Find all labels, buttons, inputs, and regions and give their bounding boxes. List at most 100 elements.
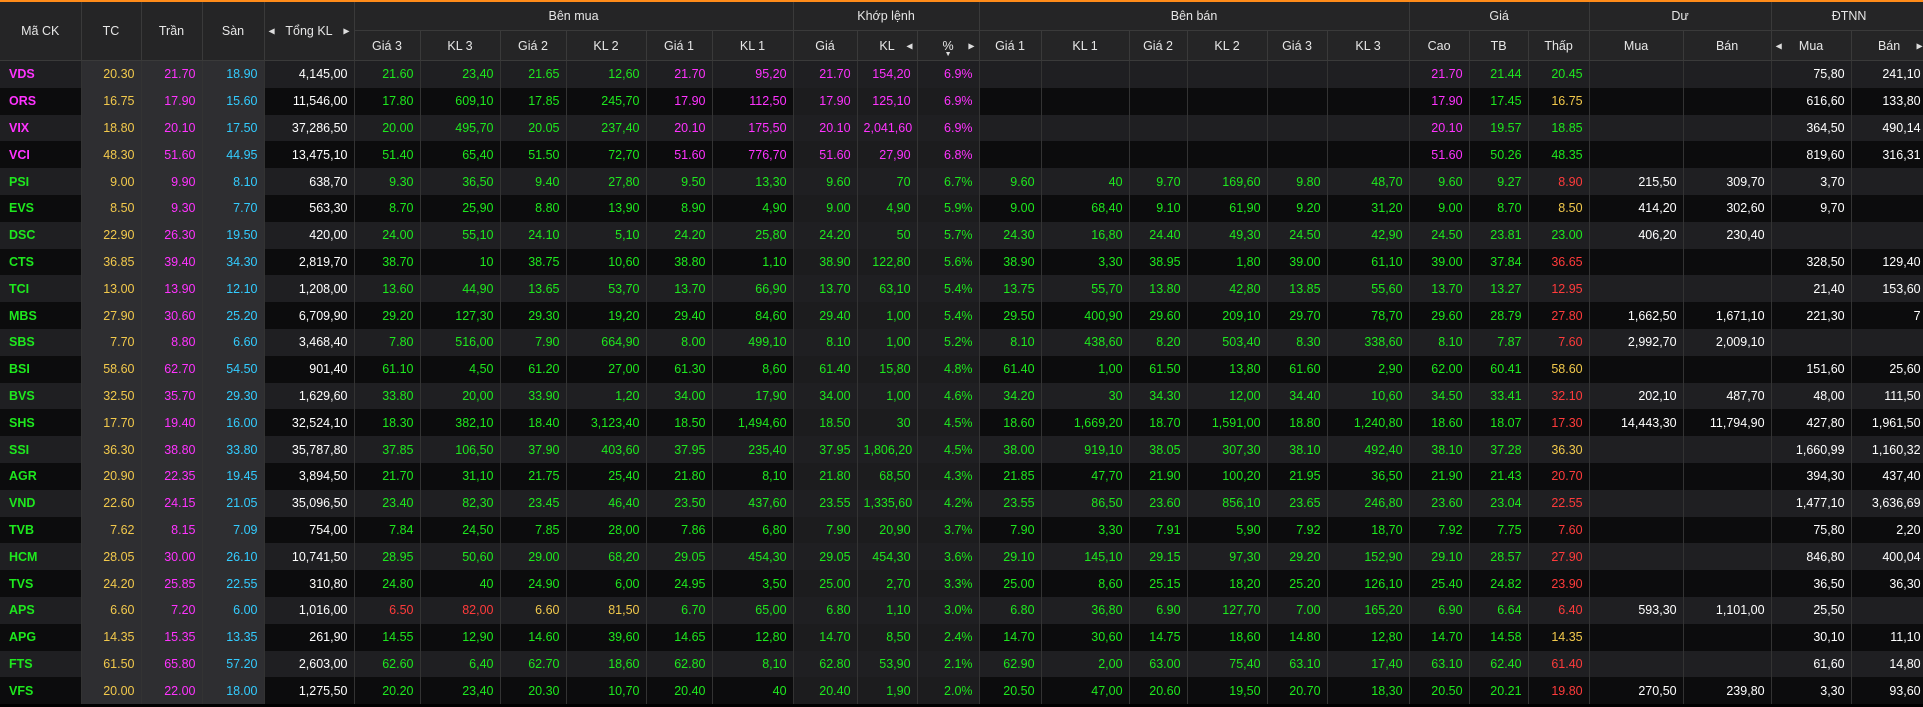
cell-s-kl3: 126,10 — [1327, 570, 1410, 597]
cell-nn-ban: 25,60 — [1851, 355, 1923, 383]
stock-row[interactable]: VFS 20.00 22.00 18.00 1,275,50 20.20 23,40 20.3… — [0, 677, 1923, 705]
col-cao[interactable]: Cao — [1409, 30, 1470, 61]
cell-sym[interactable]: VFS — [0, 677, 82, 705]
col-tb[interactable]: TB — [1469, 30, 1529, 61]
col-nn-ban[interactable]: Bán ▶ — [1851, 30, 1923, 61]
stock-row[interactable]: EVS 8.50 9.30 7.70 563,30 8.70 25,90 8.80 13,90 8… — [0, 194, 1923, 222]
col-tc[interactable]: TC — [81, 2, 142, 61]
stock-row[interactable]: APS 6.60 7.20 6.00 1,016,00 6.50 82,00 6.60 81,5… — [0, 596, 1923, 624]
stock-row[interactable]: APG 14.35 15.35 13.35 261,90 14.55 12,90 14.60 3… — [0, 623, 1923, 651]
cell-tran: 39.40 — [141, 248, 203, 276]
cell-sym[interactable]: MBS — [0, 302, 82, 329]
col-buy-kl3[interactable]: KL 3 — [420, 30, 501, 61]
cell-sym[interactable]: TCI — [0, 275, 82, 303]
cell-sym[interactable]: HCM — [0, 543, 82, 571]
stock-row[interactable]: VND 22.60 24.15 21.05 35,096,50 23.40 82,30 23.… — [0, 489, 1923, 517]
cell-sym[interactable]: SSI — [0, 436, 82, 463]
cell-s-kl3: 152,90 — [1327, 543, 1410, 571]
col-buy-kl1[interactable]: KL 1 — [712, 30, 794, 61]
col-thap[interactable]: Thấp — [1528, 30, 1590, 61]
col-match-pct[interactable]: % ▼ ▶ — [917, 30, 980, 61]
col-ma-ck[interactable]: Mã CK — [0, 2, 82, 61]
cell-sym[interactable]: TVS — [0, 570, 82, 597]
cell-sym[interactable]: TVB — [0, 516, 82, 544]
cell-m-gia: 21.80 — [793, 462, 858, 490]
cell-sym[interactable]: DSC — [0, 221, 82, 249]
cell-sym[interactable]: FTS — [0, 650, 82, 678]
col-buy-gia3[interactable]: Giá 3 — [354, 30, 421, 61]
cell-sym[interactable]: ORS — [0, 87, 82, 115]
col-du-ban[interactable]: Bán — [1683, 30, 1772, 61]
col-sell-gia2[interactable]: Giá 2 — [1129, 30, 1188, 61]
col-buy-kl2[interactable]: KL 2 — [566, 30, 647, 61]
col-tran[interactable]: Trần — [141, 2, 203, 61]
stock-row[interactable]: DSC 22.90 26.30 19.50 420,00 24.00 55,10 24.10 5… — [0, 221, 1923, 249]
stock-row[interactable]: SBS 7.70 8.80 6.60 3,468,40 7.80 516,00 7.90 664… — [0, 328, 1923, 356]
col-san[interactable]: Sàn — [202, 2, 265, 61]
col-match-gia[interactable]: Giá — [793, 30, 858, 61]
col-sell-gia1[interactable]: Giá 1 — [979, 30, 1042, 61]
stock-row[interactable]: ORS 16.75 17.90 15.60 11,546,00 17.80 609,10 17… — [0, 87, 1923, 115]
col-sell-kl2[interactable]: KL 2 — [1187, 30, 1268, 61]
cell-sym[interactable]: EVS — [0, 194, 82, 222]
stock-row[interactable]: PSI 9.00 9.90 8.10 638,70 9.30 36,50 9.40 27,80 9… — [0, 168, 1923, 195]
stock-row[interactable]: TCI 13.00 13.90 12.10 1,208,00 13.60 44,90 13.6… — [0, 275, 1923, 303]
col-sell-kl3[interactable]: KL 3 — [1327, 30, 1410, 61]
stock-row[interactable]: BVS 32.50 35.70 29.30 1,629,60 33.80 20,00 33.9… — [0, 382, 1923, 410]
cell-sym[interactable]: PSI — [0, 168, 82, 195]
triangle-left-icon[interactable]: ◀ — [1776, 41, 1782, 50]
cell-sym[interactable]: APG — [0, 623, 82, 651]
stock-row[interactable]: VIX 18.80 20.10 17.50 37,286,50 20.00 495,70 20… — [0, 114, 1923, 142]
stock-row[interactable]: TVB 7.62 8.15 7.09 754,00 7.84 24,50 7.85 28,00 7… — [0, 516, 1923, 544]
col-match-kl[interactable]: KL ◀ — [857, 30, 918, 61]
cell-m-pct: 5.6% — [917, 248, 980, 276]
stock-row[interactable]: HCM 28.05 30.00 26.10 10,741,50 28.95 50,60 29.… — [0, 543, 1923, 571]
col-buy-gia2[interactable]: Giá 2 — [500, 30, 567, 61]
cell-sym[interactable]: VCI — [0, 141, 82, 169]
cell-s-g2: 34.30 — [1129, 382, 1188, 410]
cell-s-kl1: 8,60 — [1041, 570, 1130, 597]
cell-s-g3: 25.20 — [1267, 570, 1328, 597]
col-tong-kl[interactable]: ◀ Tổng KL ▶ — [264, 2, 355, 61]
cell-b-g3: 20.20 — [354, 677, 421, 705]
col-nn-mua[interactable]: ◀ Mua — [1771, 30, 1852, 61]
cell-b-kl2: 5,10 — [566, 221, 647, 249]
triangle-down-icon[interactable]: ▼ — [945, 51, 952, 58]
cell-sym[interactable]: VND — [0, 489, 82, 517]
col-sell-gia3[interactable]: Giá 3 — [1267, 30, 1328, 61]
cell-sym[interactable]: SHS — [0, 409, 82, 437]
stock-row[interactable]: SHS 17.70 19.40 16.00 32,524,10 18.30 382,10 18… — [0, 409, 1923, 437]
cell-s-kl1: 55,70 — [1041, 275, 1130, 303]
cell-s-kl2: 1,591,00 — [1187, 409, 1268, 437]
cell-b-kl3: 44,90 — [420, 275, 501, 303]
stock-row[interactable]: CTS 36.85 39.40 34.30 2,819,70 38.70 10 38.75 10… — [0, 248, 1923, 276]
stock-row[interactable]: VCI 48.30 51.60 44.95 13,475,10 51.40 65,40 51.… — [0, 141, 1923, 169]
cell-sym[interactable]: VIX — [0, 114, 82, 142]
triangle-left-icon[interactable]: ◀ — [906, 41, 912, 50]
cell-du-ban: 230,40 — [1683, 221, 1772, 249]
triangle-left-icon[interactable]: ◀ — [269, 27, 275, 36]
cell-s-g3: 9.80 — [1267, 168, 1328, 195]
stock-row[interactable]: FTS 61.50 65.80 57.20 2,603,00 62.60 6,40 62.70… — [0, 650, 1923, 678]
cell-sym[interactable]: BVS — [0, 382, 82, 410]
stock-row[interactable]: TVS 24.20 25.85 22.55 310,80 24.80 40 24.90 6,00… — [0, 570, 1923, 597]
cell-sym[interactable]: APS — [0, 596, 82, 624]
cell-sym[interactable]: CTS — [0, 248, 82, 276]
col-du-mua[interactable]: Mua — [1589, 30, 1684, 61]
stock-row[interactable]: SSI 36.30 38.80 33.80 35,787,80 37.85 106,50 37… — [0, 436, 1923, 463]
stock-row[interactable]: VDS 20.30 21.70 18.90 4,145,00 21.60 23,40 21.6… — [0, 60, 1923, 88]
col-sell-kl1[interactable]: KL 1 — [1041, 30, 1130, 61]
col-buy-gia1[interactable]: Giá 1 — [646, 30, 713, 61]
cell-tran: 21.70 — [141, 60, 203, 88]
stock-row[interactable]: BSI 58.60 62.70 54.50 901,40 61.10 4,50 61.20 27… — [0, 355, 1923, 383]
cell-sym[interactable]: VDS — [0, 60, 82, 88]
cell-tc: 7.70 — [81, 328, 142, 356]
triangle-right-icon[interactable]: ▶ — [968, 41, 974, 50]
triangle-right-icon[interactable]: ▶ — [1916, 41, 1922, 50]
stock-row[interactable]: AGR 20.90 22.35 19.45 3,894,50 21.70 31,10 21.7… — [0, 462, 1923, 490]
stock-row[interactable]: MBS 27.90 30.60 25.20 6,709,90 29.20 127,30 29.… — [0, 302, 1923, 329]
cell-sym[interactable]: SBS — [0, 328, 82, 356]
cell-sym[interactable]: AGR — [0, 462, 82, 490]
cell-sym[interactable]: BSI — [0, 355, 82, 383]
triangle-right-icon[interactable]: ▶ — [343, 27, 349, 36]
